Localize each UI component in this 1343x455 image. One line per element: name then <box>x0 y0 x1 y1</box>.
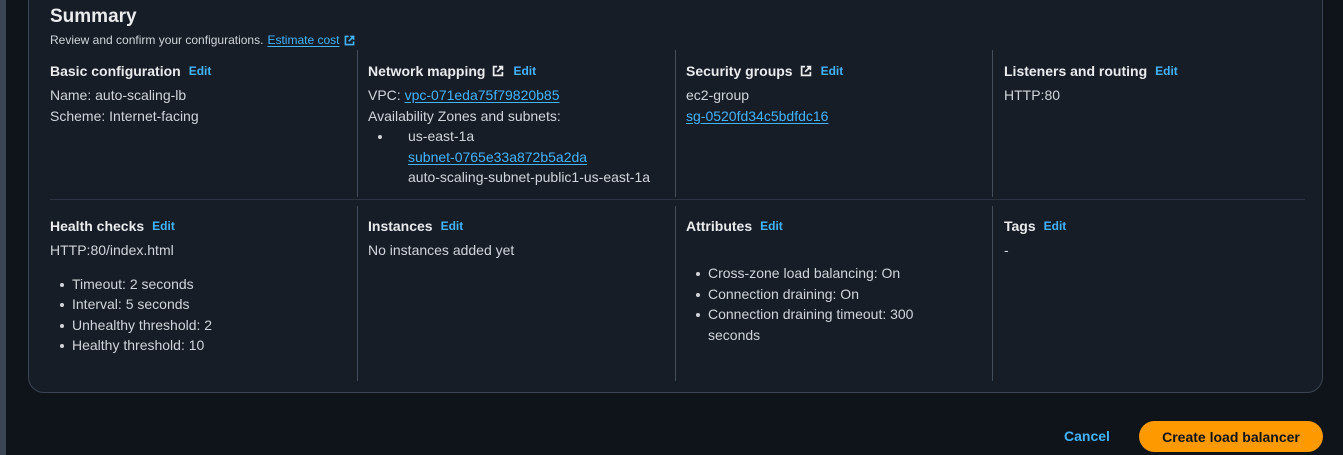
basic-configuration-title: Basic configuration <box>50 62 181 79</box>
subnet-id-link[interactable]: subnet-0765e33a872b5a2da <box>408 149 587 165</box>
basic-configuration-section: Basic configuration Edit Name: auto-scal… <box>50 61 350 126</box>
instances-section: Instances Edit No instances added yet <box>368 216 668 261</box>
instances-title: Instances <box>368 217 433 234</box>
summary-subtitle: Review and confirm your configurations. … <box>50 33 356 47</box>
external-link-icon[interactable] <box>799 64 813 78</box>
summary-header: Summary Review and confirm your configur… <box>50 5 356 47</box>
health-check-item: Interval: 5 seconds <box>50 294 350 315</box>
create-load-balancer-button[interactable]: Create load balancer <box>1139 421 1323 452</box>
cancel-button[interactable]: Cancel <box>1064 428 1110 444</box>
security-groups-edit-link[interactable]: Edit <box>821 61 844 82</box>
tags-title: Tags <box>1004 217 1036 234</box>
attributes-edit-link[interactable]: Edit <box>760 216 783 237</box>
vpc-label: VPC: <box>368 87 405 103</box>
column-divider <box>357 206 358 381</box>
subnet-name: auto-scaling-subnet-public1-us-east-1a <box>408 169 651 185</box>
column-divider <box>675 206 676 381</box>
attribute-item: Connection draining timeout: 300 seconds <box>686 304 966 345</box>
lb-scheme: Scheme: Internet-facing <box>50 107 199 124</box>
vpc-id-link[interactable]: vpc-071eda75f79820b85 <box>405 87 560 103</box>
az-list: us-east-1a <box>368 126 678 147</box>
lb-name: Name: auto-scaling-lb <box>50 87 187 103</box>
instances-value: No instances added yet <box>368 242 515 258</box>
column-divider <box>992 206 993 381</box>
health-check-path: HTTP:80/index.html <box>50 242 174 258</box>
listeners-routing-edit-link[interactable]: Edit <box>1155 61 1178 82</box>
network-mapping-edit-link[interactable]: Edit <box>513 61 536 82</box>
column-divider <box>357 50 358 197</box>
health-checks-section: Health checks Edit HTTP:80/index.html Ti… <box>50 216 350 356</box>
external-link-icon[interactable] <box>491 64 505 78</box>
listener-value: HTTP:80 <box>1004 87 1061 103</box>
security-groups-title: Security groups <box>686 62 793 79</box>
tags-value: - <box>1004 242 1009 258</box>
az-item: us-east-1a <box>368 126 678 147</box>
basic-configuration-edit-link[interactable]: Edit <box>189 61 212 82</box>
listeners-routing-title: Listeners and routing <box>1004 62 1148 79</box>
network-mapping-section: Network mapping Edit VPC: vpc-071eda75f7… <box>368 61 678 188</box>
subnet-id-row: subnet-0765e33a872b5a2da <box>368 147 678 168</box>
network-mapping-title: Network mapping <box>368 62 486 79</box>
listeners-routing-section: Listeners and routing Edit HTTP:80 <box>1004 61 1304 106</box>
external-link-icon[interactable] <box>343 34 356 47</box>
attributes-title: Attributes <box>686 217 753 234</box>
attributes-list: Cross-zone load balancing: On Connection… <box>686 263 966 345</box>
column-divider <box>992 50 993 197</box>
summary-title: Summary <box>50 6 137 27</box>
tags-section: Tags Edit - <box>1004 216 1304 261</box>
health-checks-title: Health checks <box>50 217 145 234</box>
health-check-item: Unhealthy threshold: 2 <box>50 315 350 336</box>
health-check-item: Healthy threshold: 10 <box>50 335 350 356</box>
attribute-item: Connection draining: On <box>686 284 966 305</box>
health-checks-edit-link[interactable]: Edit <box>152 216 175 237</box>
attribute-item: Cross-zone load balancing: On <box>686 263 966 284</box>
left-rail <box>0 0 6 455</box>
security-group-id-link[interactable]: sg-0520fd34c5bdfdc16 <box>686 108 828 124</box>
instances-edit-link[interactable]: Edit <box>441 216 464 237</box>
vpc-row: VPC: vpc-071eda75f79820b85 <box>368 85 678 106</box>
az-name: us-east-1a <box>408 128 475 144</box>
estimate-cost-link[interactable]: Estimate cost <box>267 33 339 47</box>
tags-edit-link[interactable]: Edit <box>1044 216 1067 237</box>
az-label: Availability Zones and subnets: <box>368 107 561 124</box>
health-check-list: Timeout: 2 seconds Interval: 5 seconds U… <box>50 274 350 356</box>
attributes-section: Attributes Edit Cross-zone load balancin… <box>686 216 986 345</box>
security-group-name: ec2-group <box>686 87 750 103</box>
security-groups-section: Security groups Edit ec2-group sg-0520fd… <box>686 61 986 126</box>
summary-subtitle-text: Review and confirm your configurations. <box>50 33 264 47</box>
health-check-item: Timeout: 2 seconds <box>50 274 350 295</box>
row-divider <box>50 199 1305 200</box>
